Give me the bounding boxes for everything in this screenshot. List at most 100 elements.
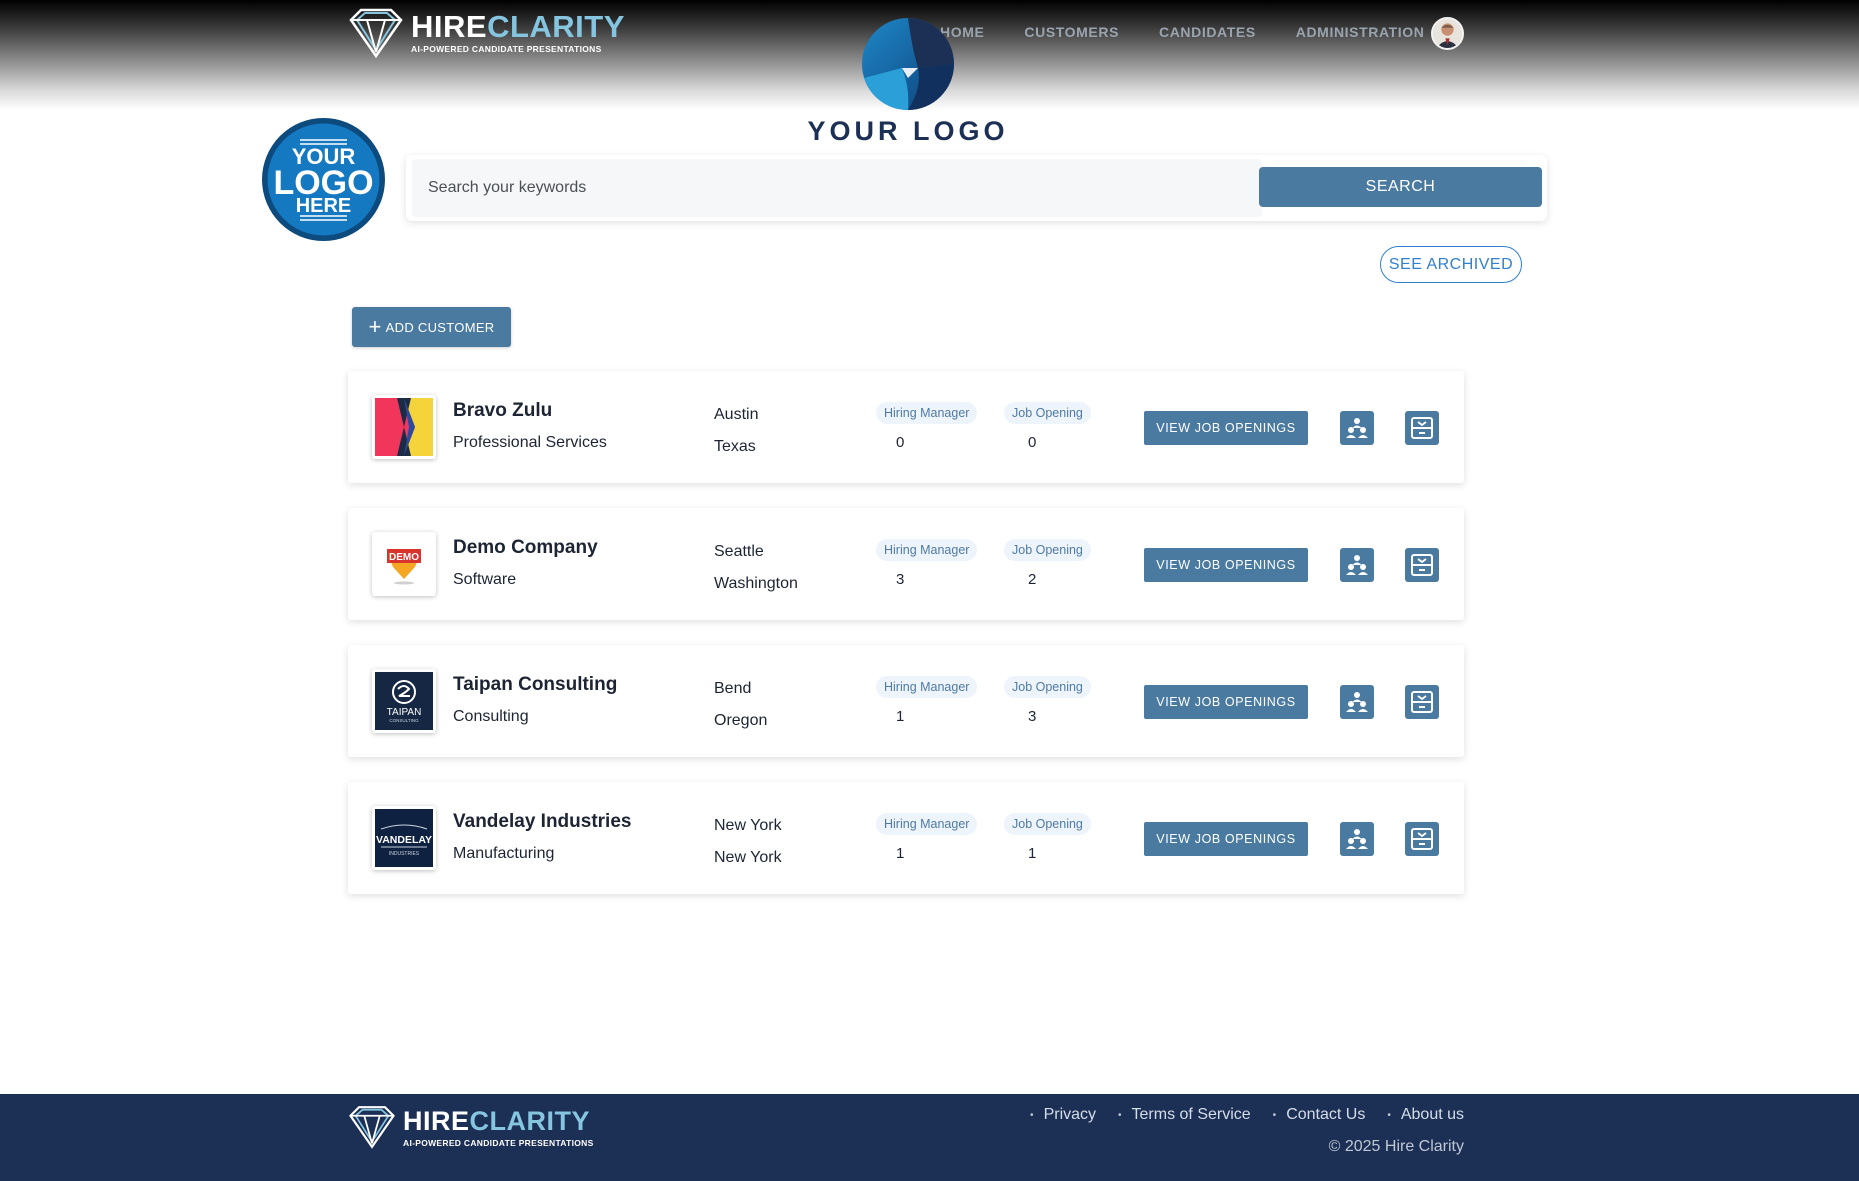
footer-brand-tagline: AI-POWERED CANDIDATE PRESENTATIONS [403,1138,594,1148]
brand-tagline: AI-POWERED CANDIDATE PRESENTATIONS [411,44,602,54]
customer-industry: Consulting [453,708,529,725]
vandelay-logo-text: VANDELAY [376,834,432,846]
vandelay-logo-subtext: INDUSTRIES [389,851,420,857]
customer-city: Austin [714,406,759,423]
hiring-manager-badge: Hiring Manager [876,813,978,835]
taipan-logo-icon: TAIPAN CONSULTING [375,672,433,730]
customer-logo: VANDELAY INDUSTRIES [372,806,436,870]
hiring-manager-count: 1 [896,845,905,862]
see-archived-button[interactable]: SEE ARCHIVED [1380,246,1522,283]
footer-brand-logo[interactable]: HIRECLARITY AI-POWERED CANDIDATE PRESENT… [347,1102,594,1152]
footer-link-label: Contact Us [1286,1106,1366,1123]
taipan-logo-subtext: CONSULTING [389,718,419,723]
customer-card[interactable]: VANDELAY INDUSTRIES Vandelay Industries … [348,782,1464,894]
job-opening-badge: Job Opening [1004,402,1091,424]
footer-links: • Privacy • Terms of Service • Contact Us •… [1008,1106,1464,1124]
footer-link-privacy[interactable]: • Privacy [1030,1106,1096,1124]
company-logo-badge: YOUR LOGO HERE [262,118,385,241]
job-opening-count: 2 [1028,571,1037,588]
nav-candidates[interactable]: CANDIDATES [1159,24,1256,40]
hiring-managers-button[interactable] [1340,411,1374,445]
bullet-icon: • [1272,1109,1277,1121]
hiring-managers-button[interactable] [1340,548,1374,582]
brand-logo[interactable]: HIRECLARITY AI-POWERED CANDIDATE PRESENT… [347,8,625,58]
search-button[interactable]: SEARCH [1259,167,1542,207]
view-job-openings-button[interactable]: VIEW JOB OPENINGS [1144,822,1308,856]
job-opening-count: 0 [1028,434,1037,451]
archive-button[interactable] [1405,685,1439,719]
swirl-logo-icon [862,18,954,110]
customer-name[interactable]: Bravo Zulu [453,400,552,422]
customer-city: New York [714,817,782,834]
customer-state: Washington [714,575,798,592]
customer-industry: Professional Services [453,434,607,451]
customer-city: Seattle [714,543,764,560]
people-icon [1346,692,1368,712]
your-logo-text: YOUR LOGO [807,116,1009,146]
customer-logo: TAIPAN CONSULTING [372,669,436,733]
user-photo-icon [1433,19,1462,48]
view-job-openings-button[interactable]: VIEW JOB OPENINGS [1144,685,1308,719]
brand-name-part1: HIRE [411,9,488,44]
customer-logo [372,395,436,459]
people-icon [1346,829,1368,849]
view-job-openings-button[interactable]: VIEW JOB OPENINGS [1144,548,1308,582]
demo-logo-icon: DEMO [375,535,433,593]
customer-logo: DEMO [372,532,436,596]
customer-name[interactable]: Demo Company [453,537,598,559]
footer-link-label: Privacy [1043,1106,1097,1123]
customer-card[interactable]: TAIPAN CONSULTING Taipan Consulting Cons… [348,645,1464,757]
add-customer-button[interactable]: + ADD CUSTOMER [352,307,511,347]
job-opening-badge: Job Opening [1004,813,1091,835]
job-opening-badge: Job Opening [1004,539,1091,561]
footer-link-about[interactable]: • About us [1387,1106,1464,1124]
hiring-manager-count: 0 [896,434,905,451]
your-logo-placeholder: YOUR LOGO [800,18,1016,148]
nav-administration[interactable]: ADMINISTRATION [1296,24,1425,40]
customer-city: Bend [714,680,752,697]
customer-name[interactable]: Vandelay Industries [453,811,631,833]
search-bar: SEARCH [406,155,1547,221]
diamond-logo-icon [349,8,403,58]
diamond-logo-icon [349,1106,395,1149]
nav-customers[interactable]: CUSTOMERS [1024,24,1119,40]
footer-link-label: About us [1400,1106,1464,1123]
footer-brand-name-part2: CLARITY [469,1106,591,1136]
job-opening-count: 1 [1028,845,1037,862]
customer-card[interactable]: Bravo Zulu Professional Services Austin … [348,371,1464,483]
brand-name-part2: CLARITY [487,9,625,44]
archive-cabinet-icon [1411,691,1433,713]
taipan-logo-text: TAIPAN [387,707,422,718]
customer-industry: Software [453,571,517,588]
people-icon [1346,555,1368,575]
footer-link-contact[interactable]: • Contact Us [1273,1106,1366,1124]
people-icon [1346,418,1368,438]
badge-line3: HERE [296,195,352,217]
view-job-openings-button[interactable]: VIEW JOB OPENINGS [1144,411,1308,445]
archive-button[interactable] [1405,548,1439,582]
archive-cabinet-icon [1411,417,1433,439]
hiring-manager-badge: Hiring Manager [876,539,978,561]
footer-link-label: Terms of Service [1131,1106,1251,1123]
footer: HIRECLARITY AI-POWERED CANDIDATE PRESENT… [0,1094,1859,1181]
add-customer-label: ADD CUSTOMER [385,319,495,335]
archive-button[interactable] [1405,411,1439,445]
demo-logo-text: DEMO [389,552,419,563]
hiring-managers-button[interactable] [1340,822,1374,856]
customer-state: New York [714,849,782,866]
search-input[interactable] [412,159,1262,217]
customer-name[interactable]: Taipan Consulting [453,674,617,696]
customer-state: Texas [714,438,756,455]
plus-icon: + [368,314,382,339]
vandelay-logo-icon: VANDELAY INDUSTRIES [375,809,433,867]
hiring-managers-button[interactable] [1340,685,1374,719]
hiring-manager-badge: Hiring Manager [876,402,978,424]
hiring-manager-badge: Hiring Manager [876,676,978,698]
customer-card[interactable]: DEMO Demo Company Software Seattle Washi… [348,508,1464,620]
footer-link-terms[interactable]: • Terms of Service [1118,1106,1251,1124]
archive-button[interactable] [1405,822,1439,856]
archive-cabinet-icon [1411,554,1433,576]
hiring-manager-count: 3 [896,571,905,588]
user-avatar[interactable] [1431,17,1464,50]
bullet-icon: • [1118,1109,1122,1121]
